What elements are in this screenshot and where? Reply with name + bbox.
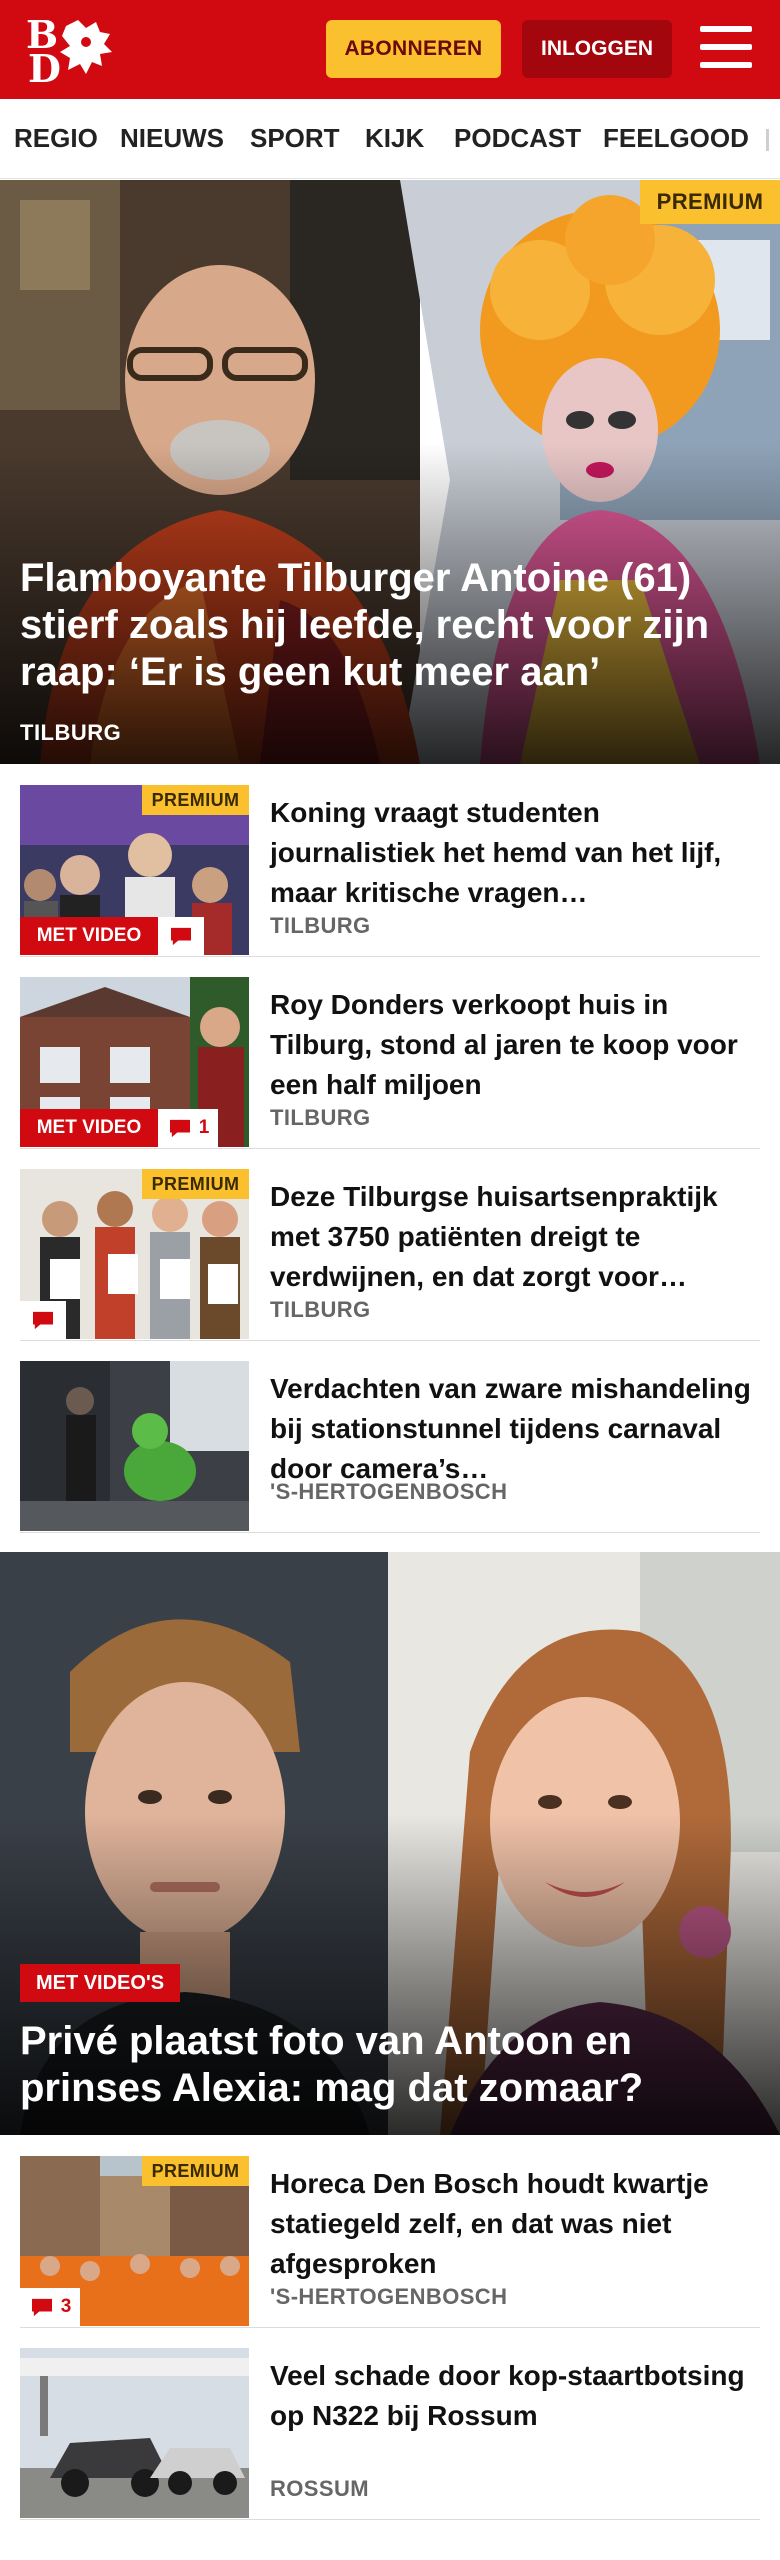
article-location-tag: 'S-HERTOGENBOSCH [270, 1479, 508, 1504]
premium-badge: PREMIUM [142, 2156, 249, 2186]
hero-location-tag: TILBURG [20, 720, 122, 745]
hero-article-1[interactable]: PREMIUM Flamboyante Tilburger Antoine (6… [0, 180, 780, 764]
article-location-tag: TILBURG [270, 1297, 371, 1322]
hero-title[interactable]: Flamboyante Tilburger Antoine (61) stier… [20, 555, 760, 696]
article-item[interactable]: PREMIUM 3 Horeca Den Bosch houdt kwartje… [20, 2156, 760, 2328]
nav-item-nieuws[interactable]: NIEUWS [120, 123, 224, 154]
premium-badge: PREMIUM [142, 785, 249, 815]
article-item[interactable]: PREMIUM Deze Tilburgse huisartsenprak­ti… [20, 1169, 760, 1341]
article-thumbnail: PREMIUM MET VIDEO [20, 785, 249, 955]
comment-indicator: 1 [158, 1109, 218, 1147]
comment-bubble-icon [33, 1311, 53, 1330]
premium-badge: PREMIUM [640, 180, 780, 224]
article-thumbnail: PREMIUM [20, 1169, 249, 1339]
article-thumbnail: PREMIUM 3 [20, 2156, 249, 2326]
article-title[interactable]: Koning vraagt studenten journalistiek he… [270, 793, 760, 913]
comment-count: 1 [198, 1117, 210, 1138]
article-title[interactable]: Verdachten van zware mishande­ling bij s… [270, 1369, 760, 1489]
article-title[interactable]: Deze Tilburgse huisartsenprak­tijk met 3… [270, 1177, 760, 1297]
video-badge: MET VIDEO [20, 917, 158, 955]
article-thumbnail [20, 1361, 249, 1531]
article-location-tag: ROSSUM [270, 2476, 369, 2501]
comment-bubble-icon [171, 927, 191, 946]
article-location-tag: TILBURG [270, 913, 371, 938]
article-thumbnail [20, 2348, 249, 2518]
site-logo[interactable]: B D [26, 12, 122, 91]
comment-indicator: 3 [20, 2288, 80, 2326]
subscribe-button[interactable]: ABONNEREN [326, 20, 501, 78]
section-nav: REGIO NIEUWS SPORT KIJK PODCAST FEELGOOD [0, 99, 780, 179]
video-badge: MET VIDEO [20, 1109, 158, 1147]
article-item[interactable]: Veel schade door kop-staartbot­sing op N… [20, 2348, 760, 2520]
premium-badge: PREMIUM [142, 1169, 249, 1199]
hero-article-2[interactable]: MET VIDEO'S Privé plaatst foto van Antoo… [0, 1552, 780, 2135]
video-badge: MET VIDEO'S [20, 1964, 180, 2002]
article-thumbnail: MET VIDEO 1 [20, 977, 249, 1147]
nav-overflow-hint [766, 129, 769, 151]
hamburger-menu-icon[interactable] [700, 26, 752, 70]
nav-item-regio[interactable]: REGIO [14, 123, 98, 154]
article-location-tag: 'S-HERTOGENBOSCH [270, 2284, 508, 2309]
lion-logo-icon [60, 20, 112, 74]
hero-title[interactable]: Privé plaatst foto van Antoon en prinses… [20, 2018, 760, 2112]
article-item[interactable]: PREMIUM MET VIDEO Koning vraagt studente… [20, 785, 760, 957]
article-item[interactable]: Verdachten van zware mishande­ling bij s… [20, 1361, 760, 1533]
comment-count: 3 [60, 2296, 72, 2317]
login-button[interactable]: INLOGGEN [522, 20, 672, 78]
site-header: B D ABONNEREN INLOGGEN [0, 0, 780, 99]
article-location-tag: TILBURG [270, 1105, 371, 1130]
comment-indicator [20, 1301, 66, 1339]
nav-item-feelgood[interactable]: FEELGOOD [603, 123, 749, 154]
article-title[interactable]: Horeca Den Bosch houdt kwartje statiegel… [270, 2164, 760, 2284]
nav-item-kijk[interactable]: KIJK [365, 123, 424, 154]
article-title[interactable]: Roy Donders verkoopt huis in Tilburg, st… [270, 985, 760, 1105]
comment-bubble-icon [169, 1119, 190, 1138]
comment-bubble-icon [31, 2298, 52, 2317]
comment-indicator [158, 917, 204, 955]
nav-item-podcast[interactable]: PODCAST [454, 123, 581, 154]
article-title[interactable]: Veel schade door kop-staartbot­sing op N… [270, 2356, 760, 2436]
article-item[interactable]: MET VIDEO 1 Roy Donders verkoopt huis in… [20, 977, 760, 1149]
nav-item-sport[interactable]: SPORT [250, 123, 340, 154]
